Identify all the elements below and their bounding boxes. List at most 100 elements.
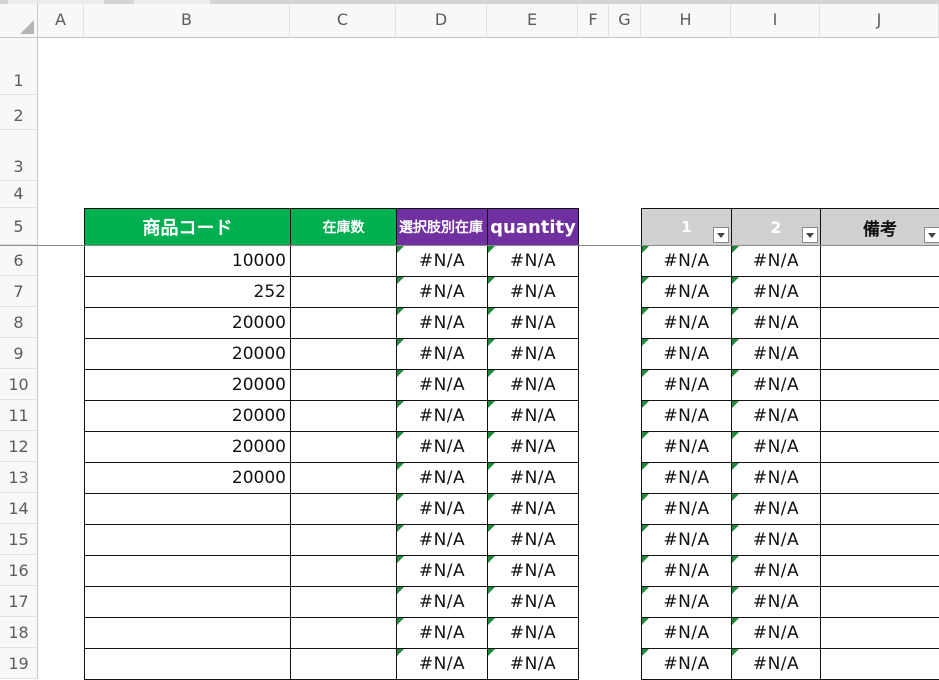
column-1-cell[interactable]: #N/A	[641, 586, 732, 618]
column-2-cell[interactable]: #N/A	[731, 400, 821, 432]
column-2-cell[interactable]: #N/A	[731, 555, 821, 587]
column-2-cell[interactable]: #N/A	[731, 276, 821, 308]
column-1-cell[interactable]: #N/A	[641, 555, 732, 587]
row-header-17[interactable]: 17	[0, 586, 38, 617]
product-code-cell[interactable]	[84, 648, 291, 680]
stock-cell[interactable]	[290, 524, 397, 556]
product-code-cell[interactable]	[84, 524, 291, 556]
row-header-13[interactable]: 13	[0, 462, 38, 493]
row-header-10[interactable]: 10	[0, 369, 38, 400]
row-header-7[interactable]: 7	[0, 276, 38, 307]
product-code-cell[interactable]: 20000	[84, 369, 291, 401]
header-remarks[interactable]: 備考	[820, 208, 939, 246]
stock-cell[interactable]	[290, 276, 397, 308]
quantity-cell[interactable]: #N/A	[487, 586, 579, 618]
remarks-cell[interactable]	[820, 555, 939, 587]
product-code-cell[interactable]	[84, 493, 291, 525]
header-column-1[interactable]: 1	[641, 208, 732, 246]
column-2-cell[interactable]: #N/A	[731, 431, 821, 463]
column-1-cell[interactable]: #N/A	[641, 617, 732, 649]
row-header-15[interactable]: 15	[0, 524, 38, 555]
product-code-cell[interactable]: 20000	[84, 431, 291, 463]
option-stock-cell[interactable]: #N/A	[396, 245, 488, 277]
quantity-cell[interactable]: #N/A	[487, 493, 579, 525]
column-2-cell[interactable]: #N/A	[731, 369, 821, 401]
column-header-d[interactable]: D	[396, 4, 487, 38]
product-code-cell[interactable]: 20000	[84, 307, 291, 339]
remarks-cell[interactable]	[820, 462, 939, 494]
header-quantity[interactable]: quantity	[487, 208, 579, 246]
quantity-cell[interactable]: #N/A	[487, 555, 579, 587]
column-2-cell[interactable]: #N/A	[731, 586, 821, 618]
column-2-cell[interactable]: #N/A	[731, 245, 821, 277]
stock-cell[interactable]	[290, 245, 397, 277]
product-code-cell[interactable]: 10000	[84, 245, 291, 277]
stock-cell[interactable]	[290, 338, 397, 370]
stock-cell[interactable]	[290, 617, 397, 649]
column-2-cell[interactable]: #N/A	[731, 617, 821, 649]
column-1-cell[interactable]: #N/A	[641, 338, 732, 370]
remarks-cell[interactable]	[820, 586, 939, 618]
option-stock-cell[interactable]: #N/A	[396, 555, 488, 587]
column-header-c[interactable]: C	[290, 4, 396, 38]
column-1-cell[interactable]: #N/A	[641, 493, 732, 525]
quantity-cell[interactable]: #N/A	[487, 648, 579, 680]
stock-cell[interactable]	[290, 431, 397, 463]
row-header-5[interactable]: 5	[0, 208, 38, 245]
option-stock-cell[interactable]: #N/A	[396, 524, 488, 556]
remarks-cell[interactable]	[820, 400, 939, 432]
column-header-e[interactable]: E	[487, 4, 578, 38]
option-stock-cell[interactable]: #N/A	[396, 617, 488, 649]
header-column-2[interactable]: 2	[731, 208, 821, 246]
column-2-cell[interactable]: #N/A	[731, 648, 821, 680]
row-header-14[interactable]: 14	[0, 493, 38, 524]
stock-cell[interactable]	[290, 648, 397, 680]
option-stock-cell[interactable]: #N/A	[396, 400, 488, 432]
row-header-18[interactable]: 18	[0, 617, 38, 648]
column-1-cell[interactable]: #N/A	[641, 462, 732, 494]
option-stock-cell[interactable]: #N/A	[396, 586, 488, 618]
remarks-cell[interactable]	[820, 648, 939, 680]
filter-dropdown-icon[interactable]	[713, 227, 729, 243]
option-stock-cell[interactable]: #N/A	[396, 462, 488, 494]
remarks-cell[interactable]	[820, 307, 939, 339]
spreadsheet-grid[interactable]: A B C D E F G H I J 1 2 3 4 5 6 7 8 9 10 11 12 13 14 15 16 17 18 19 商…	[0, 0, 939, 680]
remarks-cell[interactable]	[820, 524, 939, 556]
option-stock-cell[interactable]: #N/A	[396, 431, 488, 463]
column-1-cell[interactable]: #N/A	[641, 245, 732, 277]
remarks-cell[interactable]	[820, 369, 939, 401]
column-1-cell[interactable]: #N/A	[641, 307, 732, 339]
row-header-11[interactable]: 11	[0, 400, 38, 431]
remarks-cell[interactable]	[820, 493, 939, 525]
quantity-cell[interactable]: #N/A	[487, 400, 579, 432]
option-stock-cell[interactable]: #N/A	[396, 307, 488, 339]
remarks-cell[interactable]	[820, 245, 939, 277]
product-code-cell[interactable]: 20000	[84, 400, 291, 432]
header-stock[interactable]: 在庫数	[290, 208, 397, 246]
stock-cell[interactable]	[290, 493, 397, 525]
column-1-cell[interactable]: #N/A	[641, 369, 732, 401]
column-1-cell[interactable]: #N/A	[641, 524, 732, 556]
column-header-g[interactable]: G	[609, 4, 641, 38]
row-header-12[interactable]: 12	[0, 431, 38, 462]
row-header-8[interactable]: 8	[0, 307, 38, 338]
quantity-cell[interactable]: #N/A	[487, 462, 579, 494]
quantity-cell[interactable]: #N/A	[487, 338, 579, 370]
option-stock-cell[interactable]: #N/A	[396, 276, 488, 308]
product-code-cell[interactable]: 252	[84, 276, 291, 308]
stock-cell[interactable]	[290, 400, 397, 432]
column-2-cell[interactable]: #N/A	[731, 524, 821, 556]
quantity-cell[interactable]: #N/A	[487, 245, 579, 277]
header-option-stock[interactable]: 選択肢別在庫	[396, 208, 488, 246]
option-stock-cell[interactable]: #N/A	[396, 648, 488, 680]
quantity-cell[interactable]: #N/A	[487, 524, 579, 556]
remarks-cell[interactable]	[820, 338, 939, 370]
column-1-cell[interactable]: #N/A	[641, 276, 732, 308]
column-2-cell[interactable]: #N/A	[731, 493, 821, 525]
column-2-cell[interactable]: #N/A	[731, 307, 821, 339]
row-header-9[interactable]: 9	[0, 338, 38, 369]
column-header-f[interactable]: F	[578, 4, 609, 38]
quantity-cell[interactable]: #N/A	[487, 307, 579, 339]
stock-cell[interactable]	[290, 307, 397, 339]
quantity-cell[interactable]: #N/A	[487, 617, 579, 649]
